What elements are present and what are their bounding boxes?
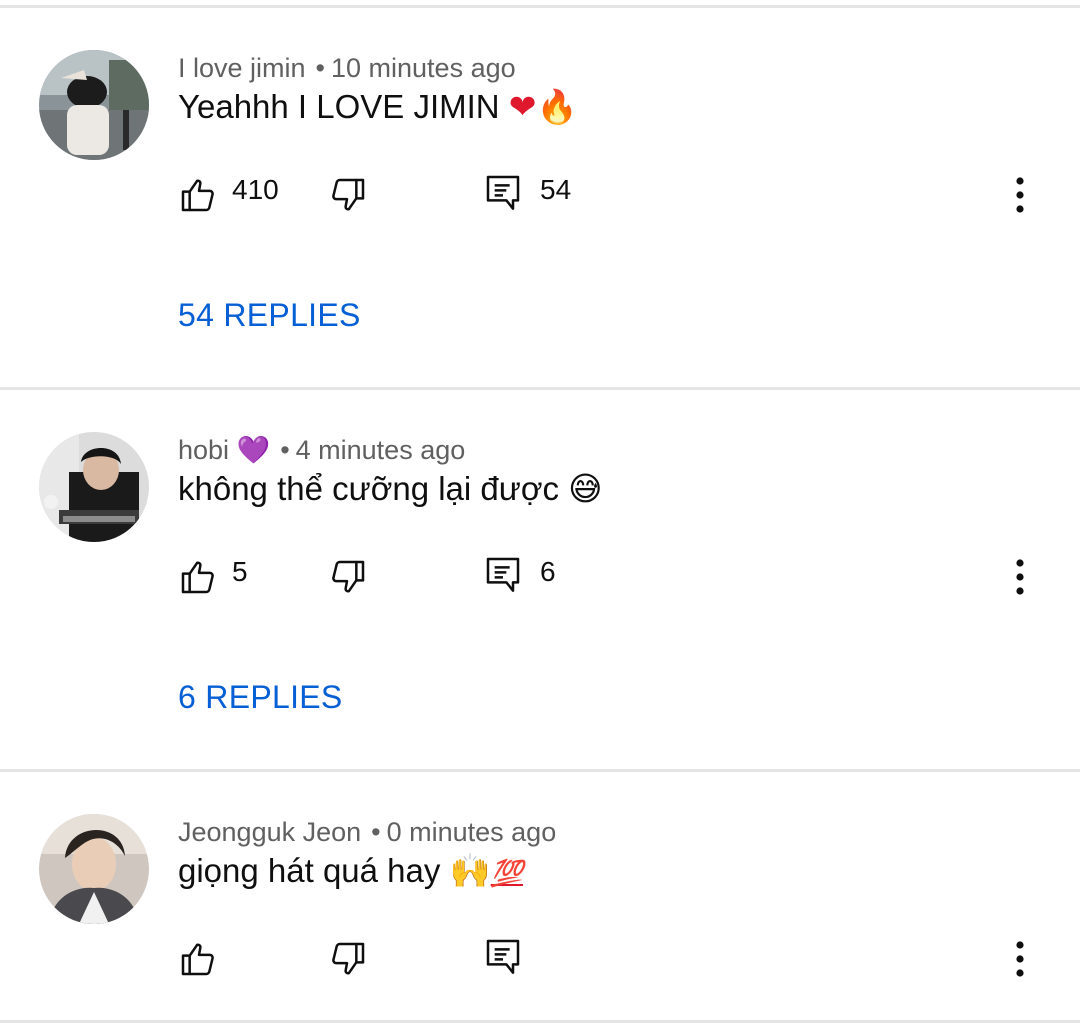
- hundred-points-emoji: 💯: [490, 859, 524, 889]
- thumbs-up-icon[interactable]: [178, 175, 218, 215]
- thumbs-up-icon[interactable]: [178, 557, 218, 597]
- comment-actions: 5 6: [0, 552, 1080, 602]
- thumbs-down-icon[interactable]: [328, 557, 368, 597]
- thumbs-up-icon[interactable]: [178, 939, 218, 979]
- comment-divider: [0, 5, 1080, 8]
- more-vert-icon[interactable]: [1005, 170, 1035, 220]
- grinning-sweat-emoji: 😅: [568, 469, 603, 508]
- comment-text: không thể cưỡng lại được 😅: [178, 468, 603, 510]
- avatar[interactable]: [39, 50, 149, 160]
- purple-heart-emoji: 💜: [236, 435, 271, 466]
- raising-hands-emoji: 🙌: [449, 851, 491, 890]
- like-count: 5: [232, 556, 248, 587]
- comment-text-body: không thể cưỡng lại được: [178, 470, 559, 507]
- author-name[interactable]: Jeongguk Jeon: [178, 817, 361, 847]
- comment-time: 0 minutes ago: [386, 817, 557, 847]
- comment-actions: [0, 934, 1080, 984]
- author-name[interactable]: hobi: [178, 435, 229, 465]
- comment-reply-icon[interactable]: [483, 554, 523, 594]
- comment-reply-icon[interactable]: [483, 172, 523, 212]
- meta-separator: •: [371, 817, 381, 847]
- comment-divider: [0, 769, 1080, 772]
- reply-count: 54: [540, 174, 572, 205]
- thumbs-down-icon[interactable]: [328, 939, 368, 979]
- comment-time: 10 minutes ago: [331, 53, 516, 83]
- comment-text: Yeahhh I LOVE JIMIN ❤🔥: [178, 86, 578, 128]
- comment-reply-icon[interactable]: [483, 936, 523, 976]
- comment-divider: [0, 387, 1080, 390]
- more-vert-icon[interactable]: [1005, 552, 1035, 602]
- author-name[interactable]: I love jimin: [178, 53, 306, 83]
- fire-emoji: 🔥: [536, 87, 578, 126]
- more-vert-icon[interactable]: [1005, 934, 1035, 984]
- meta-separator: •: [315, 53, 325, 83]
- avatar[interactable]: [39, 432, 149, 542]
- comment-meta: I love jimin • 10 minutes ago: [178, 51, 516, 85]
- comment-time: 4 minutes ago: [295, 435, 466, 465]
- meta-separator: •: [280, 435, 290, 465]
- comment-divider: [0, 1020, 1080, 1023]
- comment-text: giọng hát quá hay 🙌💯: [178, 850, 523, 895]
- comment-text-body: giọng hát quá hay: [178, 852, 441, 889]
- avatar[interactable]: [39, 814, 149, 924]
- view-replies-button[interactable]: 6 REPLIES: [178, 677, 343, 717]
- heart-emoji: ❤: [508, 87, 537, 126]
- comment-meta: hobi 💜 • 4 minutes ago: [178, 433, 465, 468]
- like-count: 410: [232, 174, 279, 205]
- comment-actions: 410 54: [0, 170, 1080, 220]
- thumbs-down-icon[interactable]: [328, 175, 368, 215]
- view-replies-button[interactable]: 54 REPLIES: [178, 295, 361, 335]
- comment-text-body: Yeahhh I LOVE JIMIN: [178, 88, 500, 125]
- reply-count: 6: [540, 556, 556, 587]
- comment-meta: Jeongguk Jeon • 0 minutes ago: [178, 815, 556, 849]
